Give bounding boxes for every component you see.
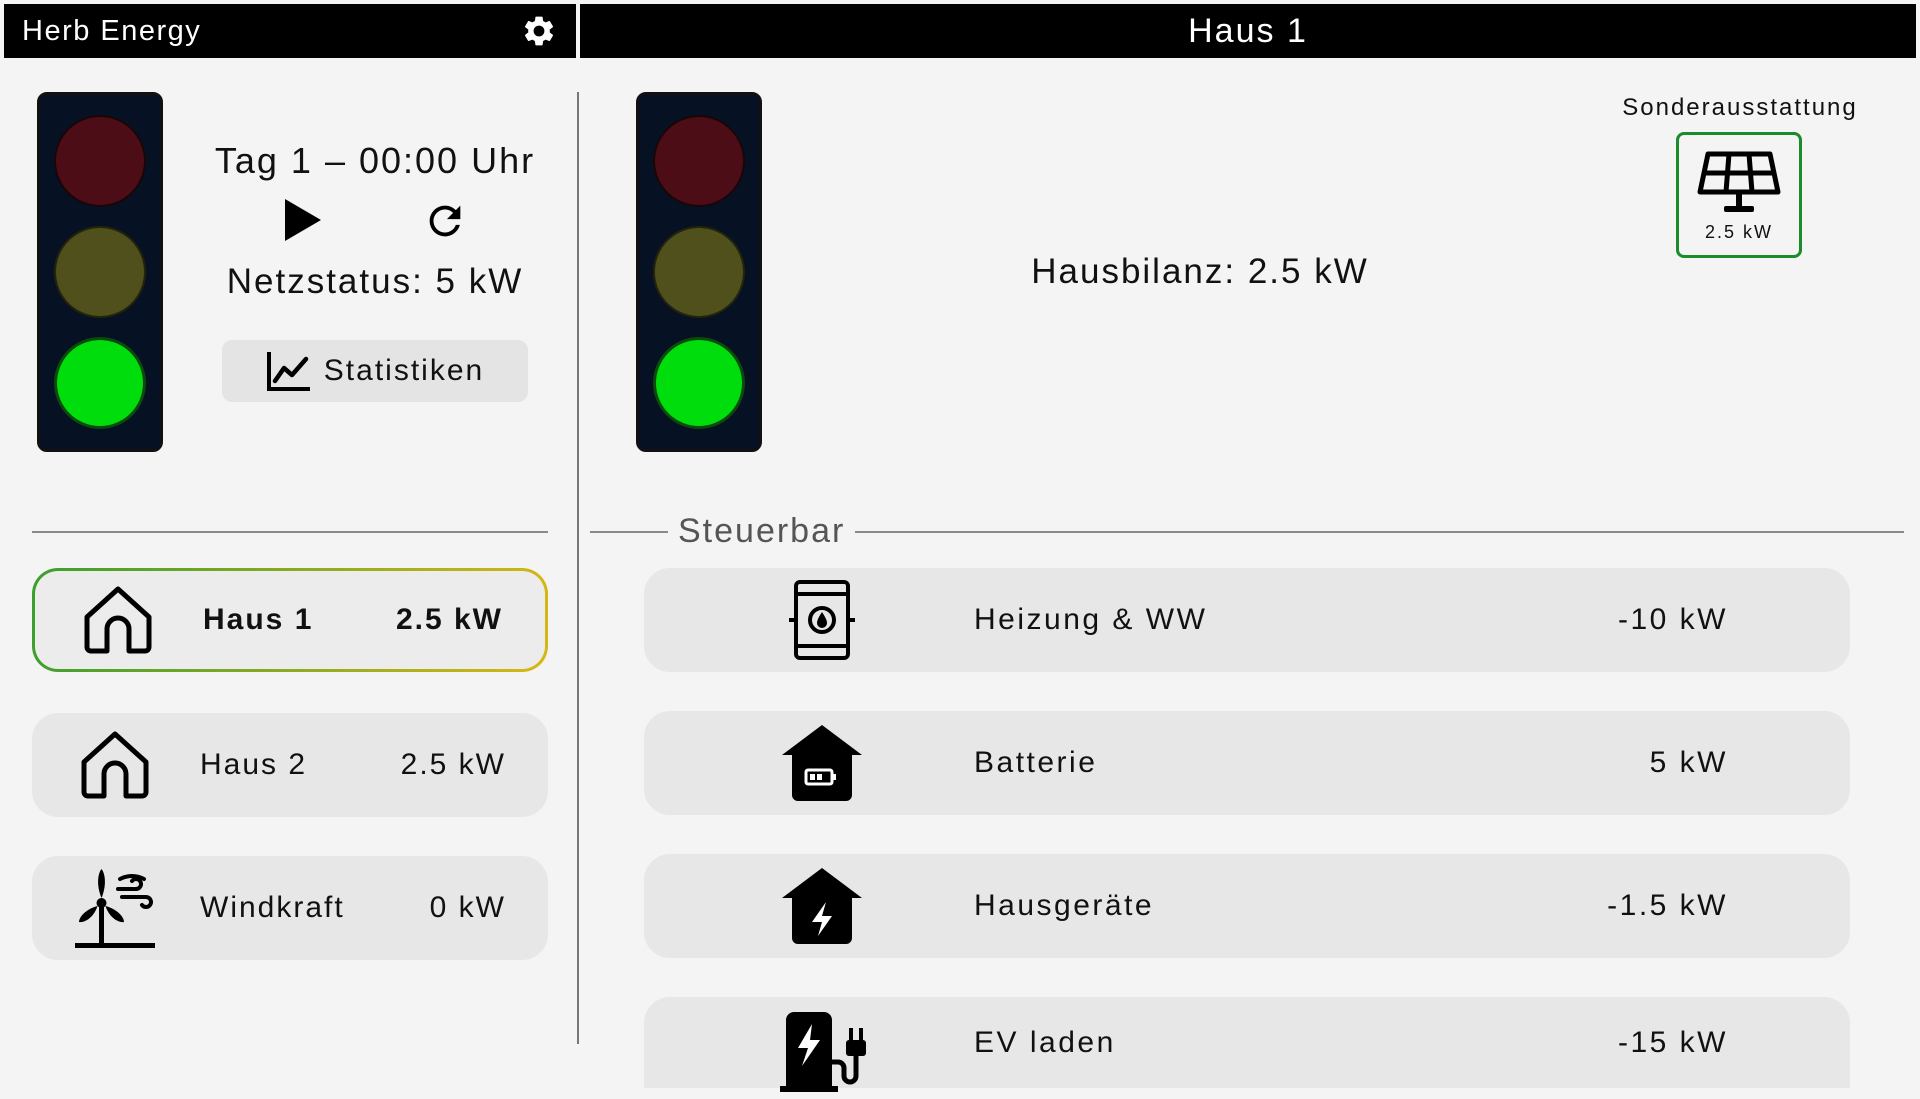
traffic-light-green (653, 337, 745, 430)
grid-traffic-light (37, 92, 163, 452)
device-label: Hausgeräte (974, 889, 1155, 922)
device-label: Heizung & WW (974, 603, 1208, 636)
device-hausgeraete[interactable]: Hausgeräte -1.5 kW (644, 854, 1850, 958)
traffic-light-red (653, 114, 745, 207)
vertical-divider (577, 92, 579, 1044)
device-ev-laden[interactable]: EV laden -15 kW (644, 997, 1850, 1092)
traffic-light-yellow (653, 225, 745, 318)
house-balance: Hausbilanz: 2.5 kW (1031, 252, 1369, 291)
device-label: Batterie (974, 746, 1098, 779)
play-button[interactable] (279, 196, 327, 244)
traffic-light-yellow (54, 225, 146, 318)
device-label: EV laden (974, 1025, 1116, 1059)
reset-button[interactable] (420, 196, 470, 246)
simulation-time: Tag 1 – 00:00 Uhr (214, 140, 536, 181)
house-battery-icon (774, 715, 870, 811)
device-value: -10 kW (1617, 603, 1728, 636)
sidebar-item-label: Haus 1 (203, 603, 314, 636)
sidebar-item-label: Windkraft (200, 891, 345, 924)
statistics-label: Statistiken (323, 354, 485, 387)
device-value: -15 kW (1617, 1025, 1728, 1059)
ev-charger-icon (774, 1003, 870, 1099)
house-icon (73, 575, 163, 665)
refresh-icon (429, 205, 461, 237)
wind-turbine-icon (70, 863, 160, 953)
sidebar-item-haus-1[interactable]: Haus 1 2.5 kW (32, 568, 548, 672)
traffic-light-red (54, 114, 146, 207)
water-heater-icon (774, 572, 870, 668)
sidebar-item-windkraft[interactable]: Windkraft 0 kW (32, 856, 548, 960)
app-title: Herb Energy (22, 14, 202, 47)
device-heizung-ww[interactable]: Heizung & WW -10 kW (644, 568, 1850, 672)
chart-line-icon (266, 352, 310, 391)
sidebar-item-value: 2.5 kW (400, 748, 506, 781)
solar-panel-value: 2.5 kW (1704, 221, 1773, 242)
device-batterie[interactable]: Batterie 5 kW (644, 711, 1850, 815)
page-title: Haus 1 (1188, 11, 1308, 50)
sidebar-item-label: Haus 2 (200, 748, 308, 781)
main-header: Haus 1 (580, 4, 1916, 58)
house-icon (70, 720, 160, 810)
section-title: Steuerbar (668, 512, 856, 551)
sidebar-header: Herb Energy (4, 4, 576, 58)
traffic-light-green (54, 337, 146, 430)
statistics-button[interactable]: Statistiken (222, 340, 528, 402)
play-icon (285, 199, 321, 241)
device-value: 5 kW (1649, 746, 1728, 779)
gear-icon[interactable] (520, 12, 558, 50)
sidebar-item-value: 0 kW (429, 891, 506, 924)
sidebar-item-haus-2[interactable]: Haus 2 2.5 kW (32, 713, 548, 817)
device-value: -1.5 kW (1607, 889, 1728, 922)
sidebar-item-value: 2.5 kW (395, 603, 503, 636)
grid-status: Netzstatus: 5 kW (226, 262, 524, 301)
house-power-icon (774, 858, 870, 954)
house-traffic-light (636, 92, 762, 452)
solar-panel-card[interactable]: 2.5 kW (1676, 132, 1802, 258)
solar-panel-icon (1697, 151, 1781, 212)
extras-title: Sonderausstattung (1622, 94, 1858, 121)
sidebar-divider (32, 531, 548, 533)
